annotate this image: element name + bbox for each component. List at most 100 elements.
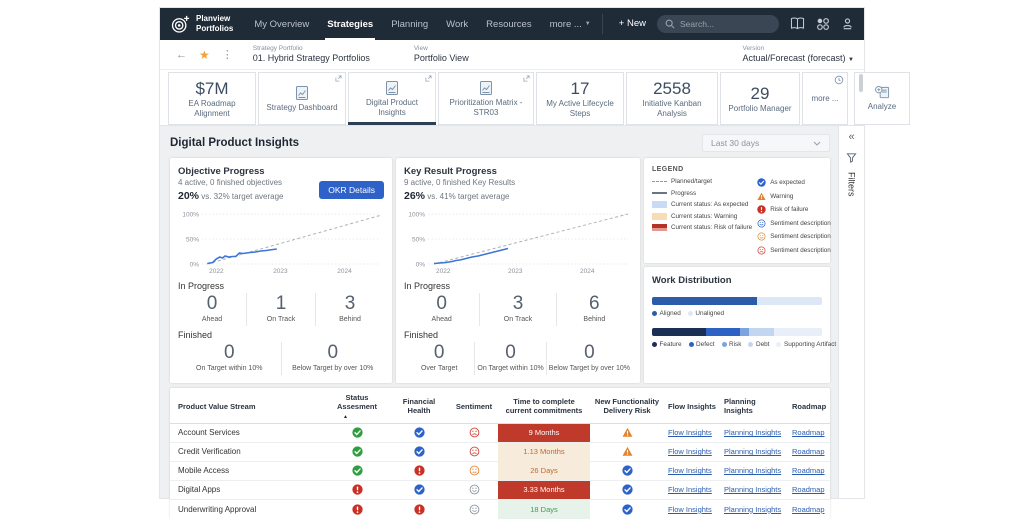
tabs-scrollbar[interactable]	[859, 74, 863, 92]
nav-item-planning[interactable]: Planning	[382, 8, 437, 40]
solid-line-swatch	[652, 192, 667, 194]
legend-panel: LEGEND Planned/target Progress Current s…	[644, 158, 830, 263]
section-title: Finished	[178, 330, 384, 340]
book-icon[interactable]	[790, 17, 805, 30]
work-type-bar	[652, 328, 822, 336]
svg-text:0%: 0%	[416, 261, 426, 268]
field-label: View	[414, 45, 469, 53]
face-sad-red-icon	[450, 446, 498, 457]
face-smile-gray-icon	[450, 504, 498, 515]
panel-title: Key Result Progress	[404, 166, 632, 177]
nav-item-strategies[interactable]: Strategies	[318, 8, 382, 40]
tab-more[interactable]: more ...	[802, 72, 848, 125]
planning-insights-link[interactable]: Planning Insights	[724, 466, 781, 475]
check-blue-icon	[388, 484, 450, 495]
svg-text:100%: 100%	[182, 211, 199, 218]
in-progress-stats: 0Ahead 1On Track 3Behind	[178, 293, 384, 326]
new-button[interactable]: + New	[619, 18, 646, 29]
col-header-product-value-stream[interactable]: Product Value Stream	[170, 402, 326, 411]
value-stream-name: Digital Apps	[170, 485, 326, 494]
version-selector[interactable]: Version Actual/Forecast (forecast) ▼	[742, 45, 854, 64]
table-header-row: Product Value Stream Status Assesment▲ F…	[170, 388, 830, 424]
flow-insights-link[interactable]: Flow Insights	[668, 447, 712, 456]
section-title: In Progress	[178, 281, 384, 291]
exclaim-red-icon	[326, 484, 388, 495]
back-button[interactable]: ←	[170, 49, 193, 61]
collapse-panel-icon[interactable]: «	[848, 131, 854, 143]
open-new-window-icon	[425, 75, 432, 82]
col-header-sentiment[interactable]: Sentiment	[450, 402, 498, 411]
search-box[interactable]	[657, 15, 779, 33]
col-header-time-to-complete[interactable]: Time to complete current commitments	[498, 397, 590, 416]
alignment-bar-legend: Aligned Unaligned	[652, 310, 822, 317]
planning-insights-link[interactable]: Planning Insights	[724, 447, 781, 456]
planning-insights-link[interactable]: Planning Insights	[724, 505, 781, 514]
tab-prioritization-matrix[interactable]: Prioritization Matrix - STR03	[438, 72, 534, 125]
flow-insights-link[interactable]: Flow Insights	[668, 485, 712, 494]
col-header-status-assessment[interactable]: Status Assesment▲	[326, 393, 388, 420]
objective-progress-panel: Objective Progress 4 active, 0 finished …	[170, 158, 392, 383]
kebab-menu-icon[interactable]: ⋮	[216, 48, 239, 61]
nav-item-my-overview[interactable]: My Overview	[245, 8, 318, 40]
stat-on-track: 1On Track	[246, 293, 315, 326]
legend-item: Aligned	[652, 310, 681, 317]
tab-strategy-dashboard[interactable]: Strategy Dashboard	[258, 72, 346, 125]
tab-portfolio-manager[interactable]: 29 Portfolio Manager	[720, 72, 800, 125]
flow-insights-link[interactable]: Flow Insights	[668, 505, 712, 514]
nav-item-work[interactable]: Work	[437, 8, 477, 40]
tab-digital-product-insights[interactable]: Digital Product Insights	[348, 72, 436, 125]
planning-insights-link[interactable]: Planning Insights	[724, 485, 781, 494]
tab-label: Strategy Dashboard	[266, 103, 337, 112]
planview-logo[interactable]: PlanviewPortfolios	[170, 14, 233, 35]
filter-funnel-icon[interactable]	[846, 152, 857, 163]
roadmap-link[interactable]: Roadmap	[792, 447, 825, 456]
svg-text:50%: 50%	[412, 236, 425, 243]
planning-insights-link[interactable]: Planning Insights	[724, 428, 781, 437]
roadmap-link[interactable]: Roadmap	[792, 466, 825, 475]
col-header-roadmap[interactable]: Roadmap	[788, 402, 830, 411]
filters-rail: « Filters	[838, 126, 864, 498]
value-stream-name: Underwriting Approval	[170, 505, 326, 514]
tab-ea-roadmap-alignment[interactable]: $7M EA Roadmap Alignment	[168, 72, 256, 125]
okr-details-button[interactable]: OKR Details	[319, 181, 384, 199]
favorite-star-icon[interactable]: ★	[193, 48, 216, 62]
roadmap-link[interactable]: Roadmap	[792, 485, 825, 494]
tab-my-active-lifecycle-steps[interactable]: 17 My Active Lifecycle Steps	[536, 72, 624, 125]
stat-behind: 3Behind	[315, 293, 384, 326]
tab-metric-value: 29	[751, 84, 770, 104]
col-header-financial-health[interactable]: Financial Health	[388, 397, 450, 416]
bullseye-logo-icon	[170, 14, 191, 35]
tab-metric-value: $7M	[195, 79, 228, 99]
legend-item: Warning	[757, 192, 831, 201]
nav-item-resources[interactable]: Resources	[477, 8, 540, 40]
value-stream-name: Mobile Access	[170, 466, 326, 475]
tab-initiative-kanban-analysis[interactable]: 2558 Initiative Kanban Analysis	[626, 72, 718, 125]
user-icon[interactable]	[841, 17, 854, 30]
tab-label: Digital Product Insights	[353, 98, 431, 116]
value-stream-name: Credit Verification	[170, 447, 326, 456]
col-header-planning-insights[interactable]: Planning Insights	[720, 397, 788, 416]
legend-item: Defect	[689, 341, 715, 348]
col-header-flow-insights[interactable]: Flow Insights	[664, 402, 720, 411]
section-title: Finished	[404, 330, 632, 340]
flow-insights-link[interactable]: Flow Insights	[668, 428, 712, 437]
stat-ahead: 0Ahead	[178, 293, 246, 326]
roadmap-link[interactable]: Roadmap	[792, 428, 825, 437]
apps-grid-icon[interactable]	[816, 17, 830, 31]
open-new-window-icon	[335, 75, 342, 82]
strategy-portfolio-field[interactable]: Strategy Portfolio 01. Hybrid Strategy P…	[253, 45, 370, 64]
version-label: Version	[742, 45, 854, 53]
flow-insights-link[interactable]: Flow Insights	[668, 466, 712, 475]
date-range-select[interactable]: Last 30 days	[702, 134, 830, 152]
table-row: Account Services9 MonthsFlow InsightsPla…	[170, 424, 830, 443]
col-header-delivery-risk[interactable]: New Functionality Delivery Risk	[590, 397, 664, 416]
version-value: Actual/Forecast (forecast)	[742, 53, 845, 63]
legend-item: Supporting Artifact	[776, 341, 836, 348]
roadmap-link[interactable]: Roadmap	[792, 505, 825, 514]
nav-item-more[interactable]: more ...▼	[541, 8, 600, 40]
search-input[interactable]	[680, 19, 771, 29]
svg-text:50%: 50%	[186, 236, 199, 243]
dashed-line-swatch	[652, 181, 667, 182]
face-neutral-orange-icon	[450, 465, 498, 476]
view-field[interactable]: View Portfolio View	[414, 45, 469, 64]
